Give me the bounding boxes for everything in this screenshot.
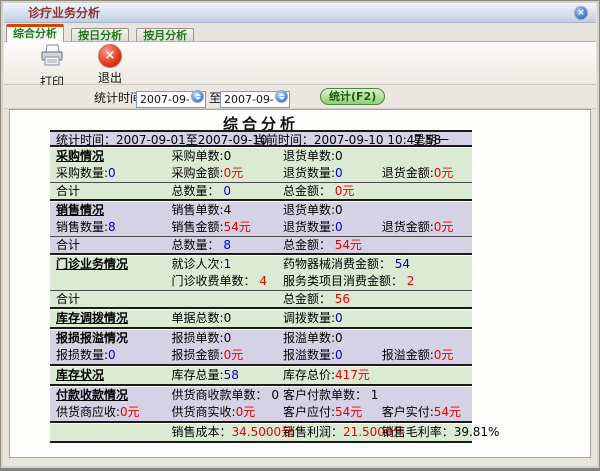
table-cell: 采购单数:0 [172, 148, 232, 165]
window-title: 诊疗业务分析 [28, 3, 100, 23]
table-cell: 合计 [56, 183, 80, 200]
table-cell: 就诊人次:1 [172, 256, 232, 273]
table-cell: 合计 [56, 291, 80, 308]
table-cell: 退货数量:0 [283, 219, 343, 236]
section-title: 采购情况 [56, 148, 104, 165]
section-title: 库存调拨情况 [56, 310, 128, 327]
table-row: 库存调拨情况 单据总数:0 调拨数量:0 [50, 310, 472, 327]
report-period: 统计时间：2007-09-01至2007-09-10 [56, 132, 267, 149]
table-row: 门诊收费单数： 4 服务类项目消费金额： 2 [50, 273, 472, 290]
section-loss-overflow: 报损报溢情况 报损单数:0 报溢单数:0 报损数量:0 报损金额:0元 报溢数量:0 报溢金… [50, 330, 472, 366]
table-row: 库存状况 库存总量:58 库存总价:417元 [50, 367, 472, 384]
table-cell: 门诊收费单数： 4 [172, 273, 267, 290]
date-from-spinner-icon[interactable] [191, 90, 204, 103]
report-weekday: 星期一 [413, 132, 449, 149]
table-cell: 总数量： 8 [172, 237, 231, 254]
section-title: 库存状况 [56, 367, 104, 384]
table-row: 销售情况 销售单数:4 退货单数:0 [50, 202, 472, 219]
table-cell: 销售数量:8 [56, 219, 116, 236]
section-profit: 销售成本：34.5000元销售利润：21.5000元销售毛利率：39.81% [50, 424, 472, 443]
report-table: 统计时间：2007-09-01至2007-09-10 当前时间：2007-09-… [50, 130, 472, 444]
section-title: 门诊业务情况 [56, 256, 128, 273]
tab-bar: 综合分析 按日分析 按月分析 [4, 23, 596, 41]
section-title: 销售情况 [56, 202, 104, 219]
table-row: 供货商应收:0元 供货商实收:0元 客户应付:54元 客户实付:54元 [50, 404, 472, 421]
table-cell: 退货数量:0 [283, 165, 343, 182]
table-row: 销售数量:8 销售金额:54元 退货数量:0 退货金额:0元 [50, 219, 472, 236]
filter-bar: 统计时间： 至 统计(F2) [4, 85, 596, 109]
table-row: 报损数量:0 报损金额:0元 报溢数量:0 报溢金额:0元 [50, 347, 472, 364]
print-button[interactable]: 打印 [26, 44, 78, 84]
section-outpatient: 门诊业务情况 就诊人次:1 药物器械消费金额： 54 门诊收费单数： 4 服务类项目消费… [50, 256, 472, 309]
table-cell: 报溢金额:0元 [382, 347, 454, 364]
table-cell: 采购金额:0元 [172, 165, 244, 182]
exit-icon: × [98, 44, 122, 68]
table-cell: 退货金额:0元 [382, 219, 454, 236]
table-cell: 退货单数:0 [283, 202, 343, 219]
table-cell: 药物器械消费金额： 54 [283, 256, 410, 273]
table-cell: 供货商收款单数： 0 [172, 387, 279, 404]
table-row: 合计 总数量： 0 总金额： 0元 [50, 182, 472, 199]
title-bar: 诊疗业务分析 × [4, 3, 596, 23]
table-cell: 服务类项目消费金额： 2 [283, 273, 414, 290]
exit-button[interactable]: × 退出 [84, 44, 136, 84]
tab-comprehensive-analysis[interactable]: 综合分析 [6, 24, 64, 42]
table-row: 门诊业务情况 就诊人次:1 药物器械消费金额： 54 [50, 256, 472, 273]
table-cell: 销售毛利率：39.81% [382, 424, 500, 441]
close-icon: × [577, 8, 585, 18]
table-cell: 供货商实收:0元 [172, 404, 256, 421]
table-row: 报损报溢情况 报损单数:0 报溢单数:0 [50, 330, 472, 347]
table-cell: 销售成本：34.5000元 [172, 424, 294, 441]
section-stock-transfer: 库存调拨情况 单据总数:0 调拨数量:0 [50, 310, 472, 329]
table-cell: 客户实付:54元 [382, 404, 461, 421]
table-cell: 报溢单数:0 [283, 330, 343, 347]
table-cell: 总数量： 0 [172, 183, 231, 200]
table-cell: 总金额： 56 [283, 291, 350, 308]
table-row: 合计 总金额： 56 [50, 290, 472, 307]
table-cell: 销售单数:4 [172, 202, 232, 219]
report-header-row: 统计时间：2007-09-01至2007-09-10 当前时间：2007-09-… [50, 130, 472, 147]
table-cell: 总金额： 0元 [283, 183, 354, 200]
section-payment-receipt: 付款收款情况 供货商收款单数： 0客户付款单数： 1 供货商应收:0元 供货商实收:0… [50, 387, 472, 423]
table-row: 采购数量:0 采购金额:0元 退货数量:0 退货金额:0元 [50, 165, 472, 182]
table-row: 采购情况 采购单数:0 退货单数:0 [50, 148, 472, 165]
section-title: 付款收款情况 [56, 387, 128, 404]
section-purchase: 采购情况 采购单数:0 退货单数:0 采购数量:0 采购金额:0元 退货数量:0 退货金额:… [50, 148, 472, 201]
table-row: 付款收款情况 供货商收款单数： 0客户付款单数： 1 [50, 387, 472, 404]
table-cell: 客户付款单数： 1 [283, 387, 378, 404]
table-cell: 库存总量:58 [172, 367, 239, 384]
table-cell: 合计 [56, 237, 80, 254]
table-cell: 退货金额:0元 [382, 165, 454, 182]
table-cell: 报溢数量:0 [283, 347, 343, 364]
table-cell: 总金额： 54元 [283, 237, 362, 254]
table-cell: 销售金额:54元 [172, 219, 251, 236]
table-cell: 报损金额:0元 [172, 347, 244, 364]
table-cell: 库存总价:417元 [283, 367, 370, 384]
app-window: 诊疗业务分析 × 综合分析 按日分析 按月分析 打印 × 退出 统计时间： [0, 0, 600, 471]
table-cell: 客户应付:54元 [283, 404, 362, 421]
table-cell: 单据总数:0 [172, 310, 232, 327]
table-row: 销售成本：34.5000元销售利润：21.5000元销售毛利率：39.81% [50, 424, 472, 441]
exit-label: 退出 [84, 69, 136, 86]
toolbar: 打印 × 退出 [4, 41, 596, 85]
close-button[interactable]: × [574, 6, 588, 20]
statistics-button[interactable]: 统计(F2) [320, 88, 385, 105]
section-title: 报损报溢情况 [56, 330, 128, 347]
table-cell: 退货单数:0 [283, 148, 343, 165]
table-row: 合计 总数量： 8 总金额： 54元 [50, 236, 472, 253]
table-cell: 调拨数量:0 [283, 310, 343, 327]
table-cell: 报损数量:0 [56, 347, 116, 364]
table-cell: 报损单数:0 [172, 330, 232, 347]
section-sales: 销售情况 销售单数:4 退货单数:0 销售数量:8 销售金额:54元 退货数量:0 退货金额… [50, 202, 472, 255]
printer-icon [39, 44, 65, 68]
table-cell: 采购数量:0 [56, 165, 116, 182]
date-to-spinner-icon[interactable] [275, 90, 288, 103]
table-cell: 供货商应收:0元 [56, 404, 140, 421]
section-inventory: 库存状况 库存总量:58 库存总价:417元 [50, 367, 472, 386]
report-panel: 综合分析 统计时间：2007-09-01至2007-09-10 当前时间：200… [9, 109, 591, 458]
